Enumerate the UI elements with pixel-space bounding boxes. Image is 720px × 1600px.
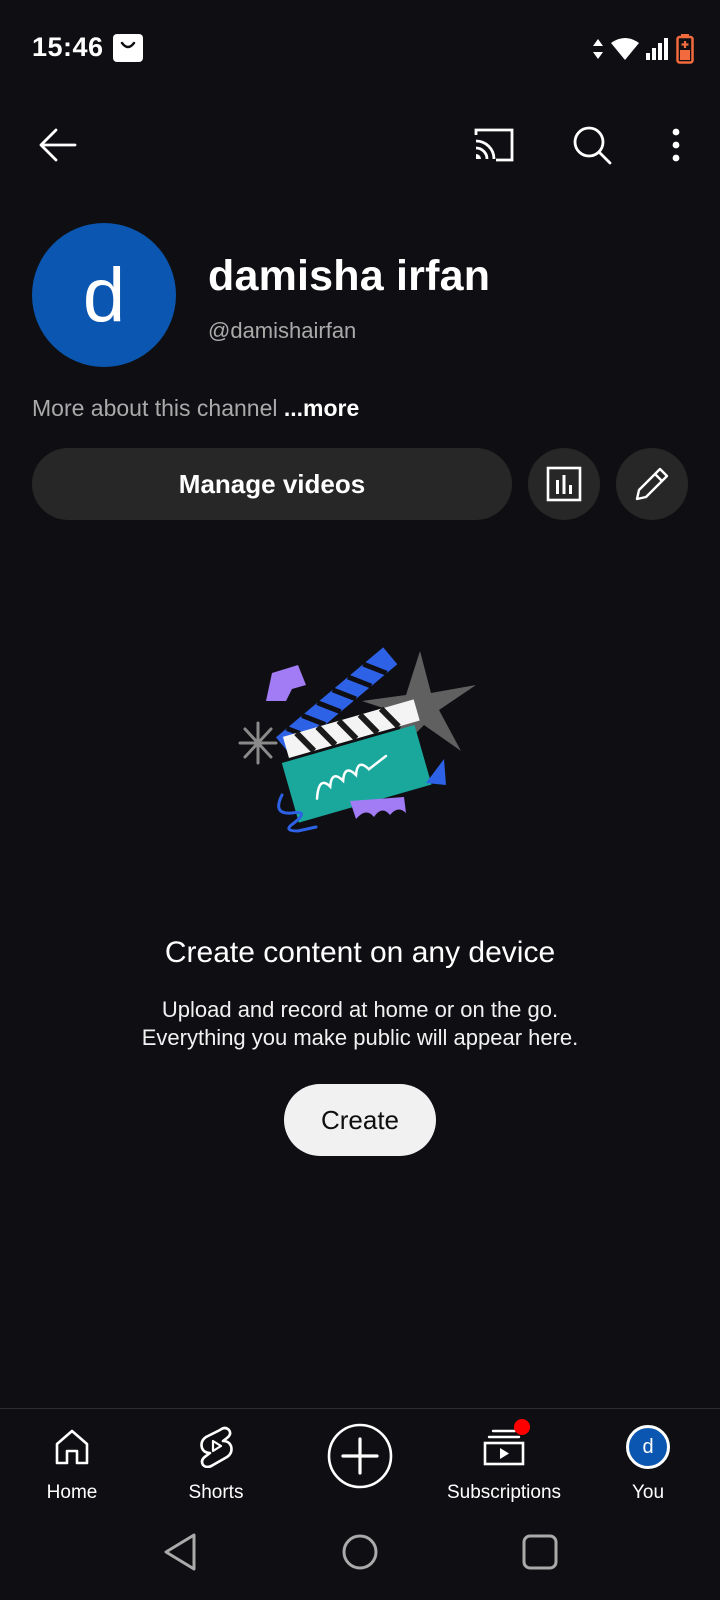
analytics-button[interactable] [528, 448, 600, 520]
nav-subscriptions[interactable]: Subscriptions [432, 1409, 576, 1517]
status-icons [592, 34, 694, 64]
you-avatar-wrap: d [576, 1425, 720, 1469]
nav-subscriptions-label: Subscriptions [446, 1482, 562, 1503]
more-options-button[interactable] [644, 113, 708, 177]
more-vert-icon [672, 128, 680, 162]
edit-channel-button[interactable] [616, 448, 688, 520]
nav-home[interactable]: Home [0, 1409, 144, 1517]
system-navigation-bar [0, 1516, 720, 1600]
create-icon-wrap [288, 1423, 432, 1489]
manage-videos-button[interactable]: Manage videos [32, 448, 512, 520]
home-icon [55, 1429, 89, 1465]
status-time: 15:46 [32, 32, 104, 62]
nav-shorts[interactable]: Shorts [144, 1409, 288, 1517]
shopping-bag-icon [113, 34, 143, 62]
signal-icon [646, 38, 668, 60]
status-bar: 15:46 [0, 0, 720, 96]
empty-state-subtitle: Upload and record at home or on the go. … [0, 996, 720, 1052]
channel-name: damisha irfan [208, 252, 491, 300]
wifi-icon [611, 38, 639, 60]
nav-create[interactable] [288, 1409, 432, 1517]
nav-home-label: Home [46, 1482, 98, 1503]
home-icon-wrap [0, 1425, 144, 1469]
shorts-icon-wrap [144, 1425, 288, 1469]
arrow-back-icon [39, 128, 77, 162]
empty-state-line-2: Everything you make public will appear h… [141, 1025, 579, 1050]
about-channel-link[interactable]: More about this channel ...more [32, 395, 359, 422]
nav-shorts-label: Shorts [188, 1482, 244, 1503]
nav-you[interactable]: d You [576, 1409, 720, 1517]
nav-you-label: You [631, 1482, 665, 1503]
pencil-icon [635, 467, 669, 501]
notification-dot [514, 1419, 530, 1435]
cast-button[interactable] [462, 113, 526, 177]
triangle-back-icon [164, 1533, 196, 1571]
clapperboard-illustration [236, 645, 496, 850]
about-channel-text: More about this channel [32, 395, 284, 421]
top-app-bar [0, 105, 720, 185]
create-button[interactable]: Create [284, 1084, 436, 1156]
channel-handle: @damishairfan [208, 318, 357, 343]
circle-home-icon [342, 1534, 378, 1570]
channel-screen: 15:46 d damisha irfan @damishairfan More… [0, 0, 720, 1600]
search-button[interactable] [560, 113, 624, 177]
cast-icon [474, 128, 514, 162]
system-back-button[interactable] [150, 1522, 210, 1582]
empty-state-title: Create content on any device [164, 936, 556, 969]
you-avatar: d [626, 1425, 670, 1469]
channel-avatar[interactable]: d [32, 223, 176, 367]
battery-icon [676, 34, 694, 64]
search-icon [573, 126, 612, 165]
subscriptions-icon-wrap [432, 1425, 576, 1469]
add-circle-icon [327, 1423, 393, 1489]
analytics-icon [546, 466, 582, 502]
bottom-navigation: Home Shorts Subscriptions d You [0, 1408, 720, 1516]
data-arrows-icon [593, 39, 603, 59]
system-recents-button[interactable] [510, 1522, 570, 1582]
more-link[interactable]: ...more [284, 395, 359, 421]
shorts-icon [200, 1426, 233, 1468]
back-button[interactable] [26, 113, 90, 177]
system-home-button[interactable] [330, 1522, 390, 1582]
square-recents-icon [522, 1534, 558, 1570]
empty-state-line-1: Upload and record at home or on the go. [161, 997, 559, 1022]
